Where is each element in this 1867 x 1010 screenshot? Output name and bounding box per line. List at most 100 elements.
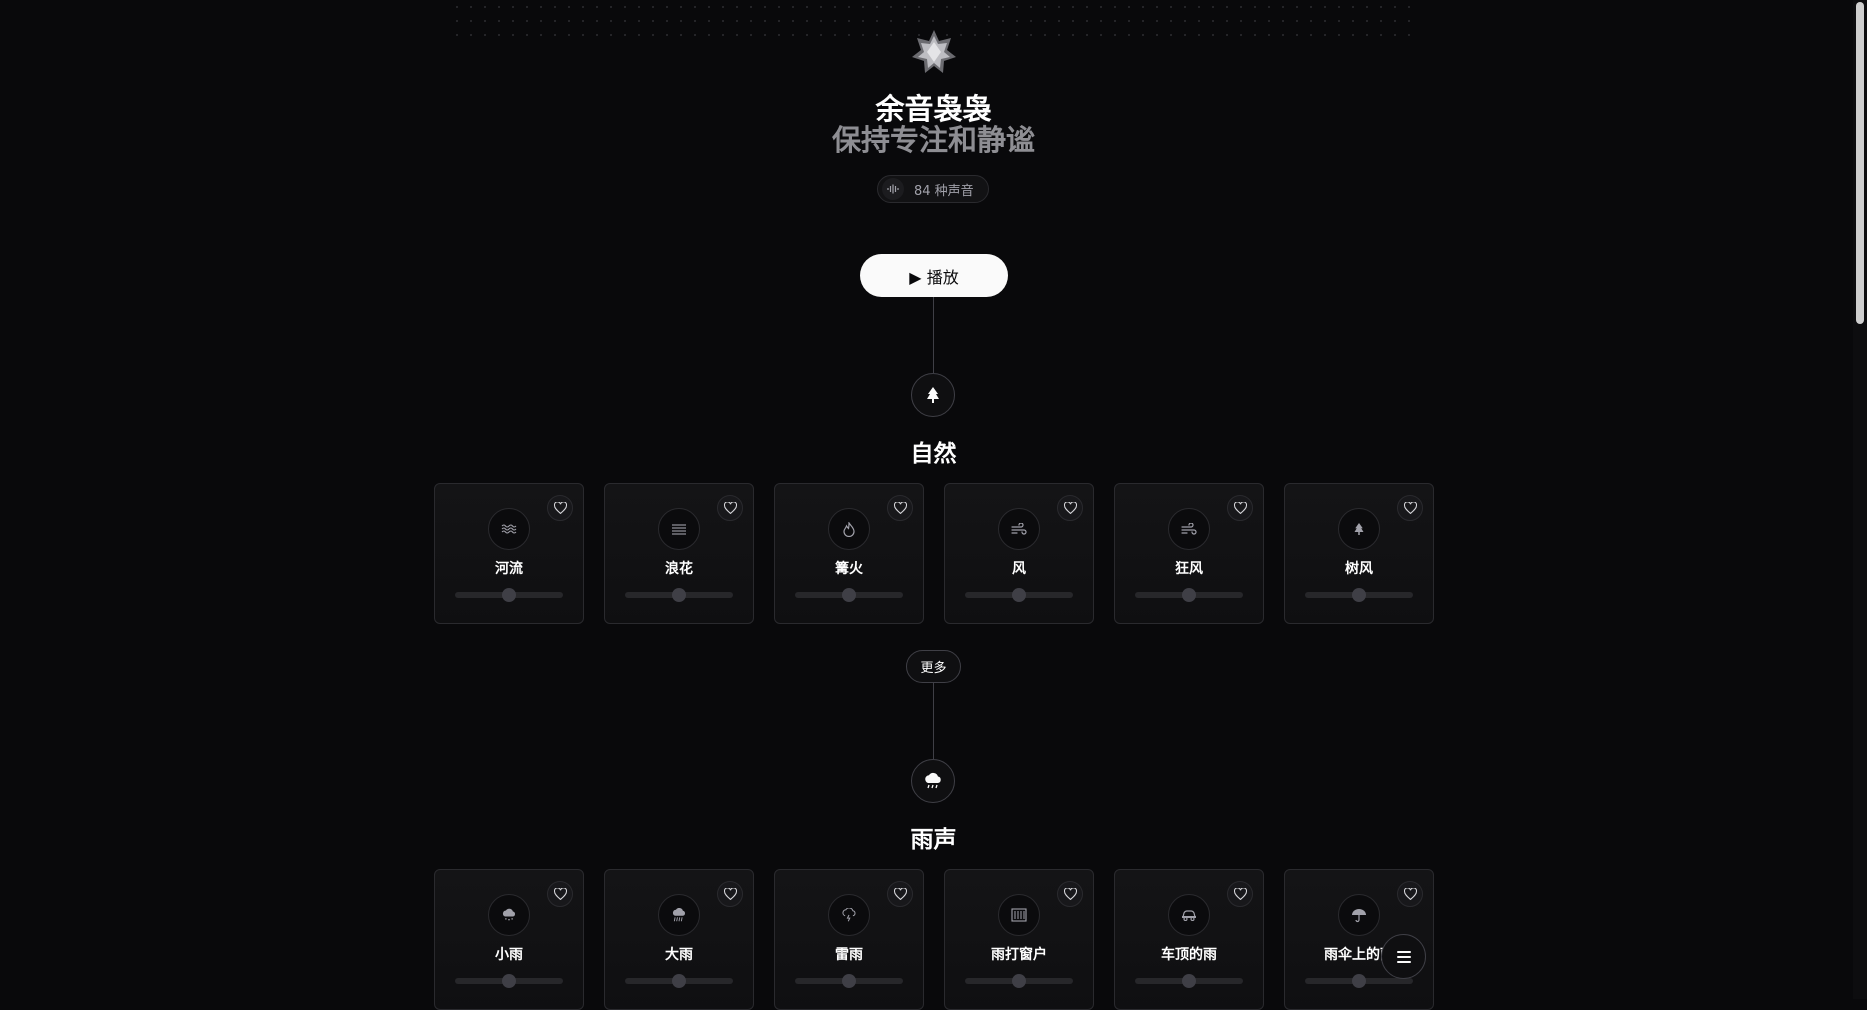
- heart-icon: [1403, 888, 1417, 900]
- menu-button[interactable]: [1381, 934, 1426, 979]
- favorite-button[interactable]: [1057, 881, 1083, 907]
- sound-label: 树风: [1345, 561, 1373, 577]
- cloud-drizzle-icon: [488, 894, 530, 936]
- volume-slider[interactable]: [1135, 974, 1243, 988]
- umbrella-icon: [1338, 894, 1380, 936]
- sound-label: 河流: [495, 561, 523, 577]
- connector-line: [933, 683, 934, 759]
- section-title-nature: 自然: [910, 441, 957, 467]
- play-button-label: ▶ 播放: [909, 267, 959, 287]
- sound-card[interactable]: 车顶的雨: [1114, 869, 1264, 1010]
- favorite-button[interactable]: [717, 495, 743, 521]
- heart-icon: [893, 502, 907, 514]
- sound-card[interactable]: 树风: [1284, 483, 1434, 624]
- sound-label: 狂风: [1175, 561, 1203, 577]
- sound-card[interactable]: 小雨: [434, 869, 584, 1010]
- scrollbar[interactable]: [1853, 0, 1867, 999]
- volume-slider[interactable]: [625, 588, 733, 602]
- favorite-button[interactable]: [547, 881, 573, 907]
- sound-card[interactable]: 大雨: [604, 869, 754, 1010]
- favorite-button[interactable]: [1397, 495, 1423, 521]
- sound-label: 篝火: [835, 561, 863, 577]
- water-lines-icon: [658, 508, 700, 550]
- logo-icon: [912, 30, 956, 73]
- sound-label: 车顶的雨: [1161, 947, 1217, 963]
- favorite-button[interactable]: [1227, 495, 1253, 521]
- volume-slider-knob[interactable]: [672, 588, 686, 602]
- sound-card[interactable]: 河流: [434, 483, 584, 624]
- heart-icon: [1063, 888, 1077, 900]
- heart-icon: [1063, 502, 1077, 514]
- volume-slider-knob[interactable]: [1012, 588, 1026, 602]
- heart-icon: [723, 502, 737, 514]
- volume-slider[interactable]: [1305, 588, 1413, 602]
- heart-icon: [553, 502, 567, 514]
- heart-icon: [723, 888, 737, 900]
- scrollbar-thumb[interactable]: [1856, 2, 1864, 324]
- volume-slider[interactable]: [625, 974, 733, 988]
- sound-card[interactable]: 浪花: [604, 483, 754, 624]
- favorite-button[interactable]: [717, 881, 743, 907]
- sound-label: 大雨: [665, 947, 693, 963]
- favorite-button[interactable]: [547, 495, 573, 521]
- sound-count-badge: 84 种声音: [877, 175, 989, 203]
- favorite-button[interactable]: [1397, 881, 1423, 907]
- sound-count-text: 84 种声音: [914, 183, 974, 199]
- volume-slider[interactable]: [965, 974, 1073, 988]
- volume-slider-knob[interactable]: [1012, 974, 1026, 988]
- volume-slider-knob[interactable]: [672, 974, 686, 988]
- volume-slider-knob[interactable]: [1182, 974, 1196, 988]
- rain-category-icon: [911, 759, 955, 803]
- cloud-lightning-icon: [828, 894, 870, 936]
- favorite-button[interactable]: [1057, 495, 1083, 521]
- app-subtitle: 保持专注和静谧: [831, 123, 1035, 157]
- sound-label: 雨打窗户: [991, 947, 1047, 963]
- volume-slider[interactable]: [455, 974, 563, 988]
- heart-icon: [1233, 888, 1247, 900]
- volume-slider[interactable]: [1135, 588, 1243, 602]
- cloud-rain-icon: [925, 772, 941, 789]
- volume-slider-knob[interactable]: [1352, 974, 1366, 988]
- sound-card[interactable]: 雷雨: [774, 869, 924, 1010]
- volume-slider-knob[interactable]: [842, 974, 856, 988]
- wind-icon: [1168, 508, 1210, 550]
- cloud-rain-icon: [658, 894, 700, 936]
- volume-slider-knob[interactable]: [502, 974, 516, 988]
- more-button-label: 更多: [920, 661, 947, 676]
- audio-wave-icon: [882, 178, 904, 200]
- volume-slider[interactable]: [795, 588, 903, 602]
- favorite-button[interactable]: [887, 881, 913, 907]
- volume-slider-knob[interactable]: [1182, 588, 1196, 602]
- waves-icon: [488, 508, 530, 550]
- sound-card[interactable]: 狂风: [1114, 483, 1264, 624]
- more-button[interactable]: 更多: [906, 650, 961, 683]
- nature-category-icon: [911, 373, 955, 417]
- connector-line: [933, 297, 934, 373]
- window-rain-icon: [998, 894, 1040, 936]
- volume-slider[interactable]: [965, 588, 1073, 602]
- sound-card[interactable]: 雨打窗户: [944, 869, 1094, 1010]
- favorite-button[interactable]: [1227, 881, 1253, 907]
- tree-icon: [1338, 508, 1380, 550]
- favorite-button[interactable]: [887, 495, 913, 521]
- sound-label: 小雨: [495, 947, 523, 963]
- volume-slider[interactable]: [455, 588, 563, 602]
- heart-icon: [1233, 502, 1247, 514]
- sound-card[interactable]: 风: [944, 483, 1094, 624]
- sound-card[interactable]: 篝火: [774, 483, 924, 624]
- flame-icon: [828, 508, 870, 550]
- sound-label: 风: [1012, 561, 1026, 577]
- tree-icon: [927, 387, 939, 403]
- sound-label: 浪花: [665, 561, 693, 577]
- volume-slider[interactable]: [795, 974, 903, 988]
- heart-icon: [553, 888, 567, 900]
- play-button[interactable]: ▶ 播放: [860, 254, 1008, 297]
- volume-slider[interactable]: [1305, 974, 1413, 988]
- wind-icon: [998, 508, 1040, 550]
- volume-slider-knob[interactable]: [1352, 588, 1366, 602]
- heart-icon: [893, 888, 907, 900]
- volume-slider-knob[interactable]: [842, 588, 856, 602]
- menu-icon: [1396, 950, 1411, 963]
- volume-slider-knob[interactable]: [502, 588, 516, 602]
- app-title: 余音袅袅: [875, 92, 992, 126]
